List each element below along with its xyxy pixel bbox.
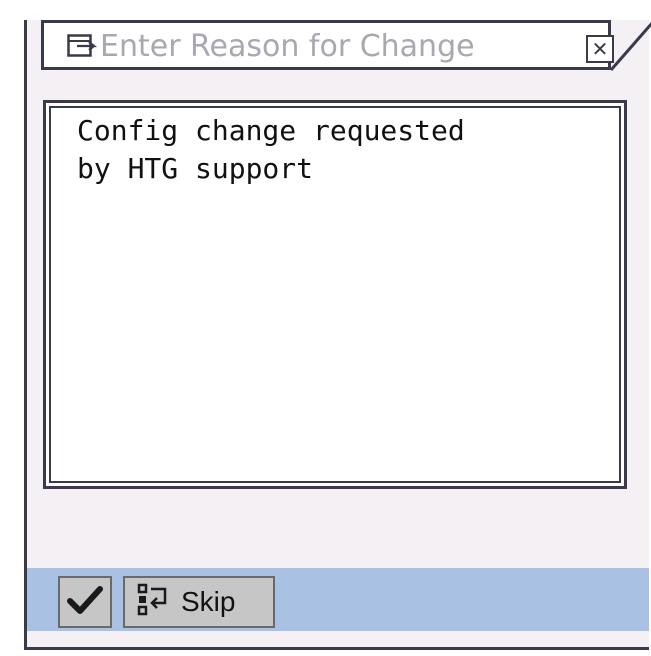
confirm-button[interactable] (58, 576, 112, 628)
close-icon: ✕ (591, 37, 609, 61)
skip-label: Skip (181, 586, 236, 617)
reason-text-line-2: by HTG support (77, 152, 314, 185)
reason-text-box[interactable]: Config change requested by HTG support (49, 106, 621, 483)
reason-dialog: Enter Reason for Change ✕ Config change … (24, 20, 651, 650)
dialog-titlebar: Enter Reason for Change ✕ (27, 20, 651, 72)
window-icon (67, 34, 98, 60)
checkmark-icon (67, 585, 103, 619)
reason-text-area[interactable]: Config change requested by HTG support (43, 100, 627, 489)
titlebar-slant (609, 22, 651, 71)
skip-button[interactable]: Skip (123, 576, 275, 628)
dialog-title: Enter Reason for Change (100, 29, 475, 64)
reason-text-line-1: Config change requested (77, 114, 465, 147)
skip-icon (137, 583, 171, 621)
title-tab: Enter Reason for Change ✕ (41, 20, 614, 70)
dialog-footer: Skip (27, 568, 649, 631)
